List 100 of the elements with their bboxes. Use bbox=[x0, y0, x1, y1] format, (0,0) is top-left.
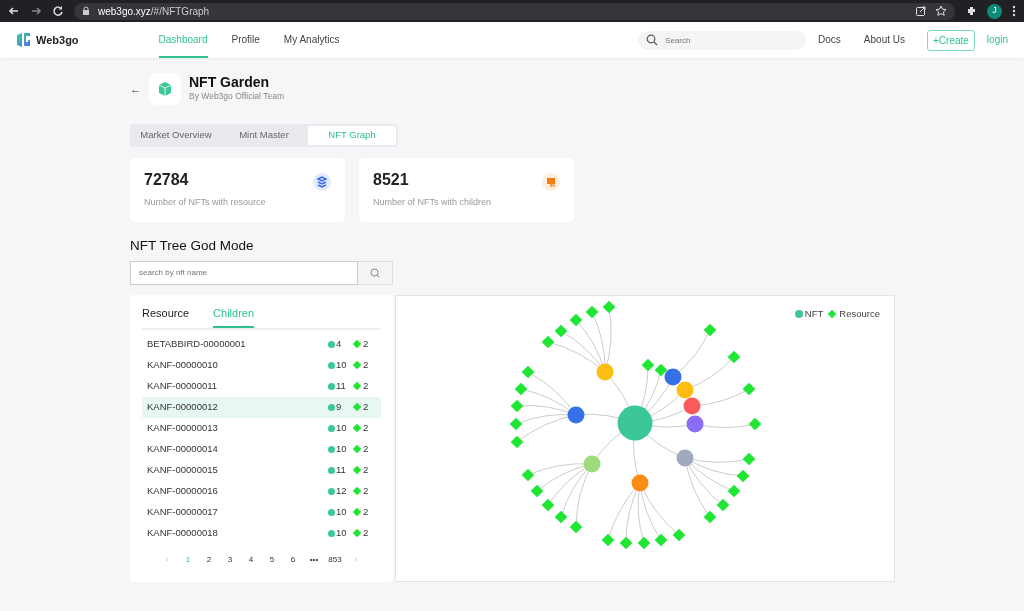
back-button[interactable]: ← bbox=[130, 80, 141, 98]
search-icon bbox=[370, 268, 380, 279]
screen-icon bbox=[542, 173, 560, 191]
resource-node[interactable] bbox=[510, 435, 524, 449]
page-button[interactable]: 853 bbox=[328, 553, 342, 566]
back-arrow-icon[interactable] bbox=[8, 5, 20, 17]
tab[interactable]: Mint Master bbox=[220, 126, 308, 145]
resource-node[interactable] bbox=[727, 350, 741, 364]
resource-node[interactable] bbox=[530, 484, 544, 498]
nft-list-item[interactable]: KANF-00000014 10 2 bbox=[142, 438, 381, 460]
nav-link[interactable]: My Analytics bbox=[283, 22, 340, 58]
section-title: NFT Tree God Mode bbox=[130, 237, 255, 255]
forward-arrow-icon[interactable] bbox=[30, 5, 42, 17]
page-button[interactable]: 5 bbox=[265, 553, 279, 566]
children-count: 10 bbox=[336, 358, 347, 373]
nft-list-item[interactable]: KANF-00000012 9 2 bbox=[142, 396, 381, 418]
more-menu-icon[interactable] bbox=[1012, 5, 1016, 17]
nft-list-item[interactable]: KANF-00000015 11 2 bbox=[142, 459, 381, 481]
resource-node[interactable] bbox=[716, 498, 730, 512]
resource-node[interactable] bbox=[637, 536, 651, 550]
resource-node[interactable] bbox=[654, 363, 668, 377]
nft-list-item[interactable]: KANF-00000016 12 2 bbox=[142, 480, 381, 502]
resource-node[interactable] bbox=[585, 305, 599, 319]
puzzle-icon[interactable] bbox=[965, 5, 977, 17]
resource-count: 2 bbox=[363, 442, 369, 457]
page-button[interactable]: 2 bbox=[202, 553, 216, 566]
resource-node[interactable] bbox=[521, 365, 535, 379]
share-icon[interactable] bbox=[915, 5, 927, 17]
resource-node[interactable] bbox=[742, 382, 756, 396]
resource-node[interactable] bbox=[742, 452, 756, 466]
nft-list-item[interactable]: KANF-00000010 10 2 bbox=[142, 354, 381, 376]
resource-node[interactable] bbox=[601, 533, 615, 547]
resource-node[interactable] bbox=[736, 469, 750, 483]
star-icon[interactable] bbox=[935, 5, 947, 17]
resource-node[interactable] bbox=[554, 324, 568, 338]
resource-node[interactable] bbox=[521, 468, 535, 482]
children-count: 10 bbox=[336, 421, 347, 436]
nft-node[interactable] bbox=[631, 474, 649, 492]
resource-node[interactable] bbox=[641, 358, 655, 372]
page-button[interactable]: 4 bbox=[244, 553, 258, 566]
nft-node[interactable] bbox=[664, 368, 682, 386]
reload-icon[interactable] bbox=[52, 5, 64, 17]
page-button[interactable]: 3 bbox=[223, 553, 237, 566]
resource-node[interactable] bbox=[541, 335, 555, 349]
resource-node[interactable] bbox=[509, 417, 523, 431]
nav-link[interactable]: Docs bbox=[818, 22, 841, 58]
resource-node[interactable] bbox=[654, 533, 668, 547]
resource-node[interactable] bbox=[748, 417, 762, 431]
resource-node[interactable] bbox=[510, 399, 524, 413]
nft-search-field[interactable]: search by nft name bbox=[130, 261, 358, 286]
resource-node[interactable] bbox=[514, 382, 528, 396]
resource-node[interactable] bbox=[569, 520, 583, 534]
resource-node[interactable] bbox=[672, 528, 686, 542]
resource-node[interactable] bbox=[569, 313, 583, 327]
list-tab[interactable]: Resource bbox=[142, 303, 190, 328]
nft-list-item[interactable]: BETABBIRD-00000001 4 2 bbox=[142, 333, 381, 355]
page-button[interactable]: ••• bbox=[307, 553, 321, 566]
resource-node[interactable] bbox=[727, 484, 741, 498]
resource-node[interactable] bbox=[554, 510, 568, 524]
resource-count: 2 bbox=[363, 337, 369, 352]
resource-node[interactable] bbox=[602, 300, 616, 314]
collection-title: NFT Garden bbox=[189, 74, 271, 91]
nft-dot-icon bbox=[328, 508, 335, 516]
children-count: 11 bbox=[336, 379, 346, 394]
search-button[interactable] bbox=[358, 261, 393, 286]
resource-count: 2 bbox=[363, 505, 369, 520]
nav-link[interactable]: Profile bbox=[231, 22, 260, 58]
nft-dot-icon bbox=[328, 487, 335, 495]
nav-link[interactable]: About Us bbox=[863, 22, 905, 58]
nft-name: KANF-00000017 bbox=[147, 505, 219, 520]
resource-count: 2 bbox=[363, 463, 369, 478]
children-count: 12 bbox=[336, 484, 347, 499]
nft-dot-icon bbox=[328, 529, 335, 537]
nft-dot-icon bbox=[328, 424, 335, 432]
tab[interactable]: Market Overview bbox=[132, 126, 220, 145]
nft-node[interactable] bbox=[617, 405, 653, 441]
cube-icon bbox=[157, 81, 173, 97]
page-button[interactable]: 6 bbox=[286, 553, 300, 566]
profile-avatar[interactable]: J bbox=[987, 3, 1002, 19]
nft-node[interactable] bbox=[676, 449, 694, 467]
brand-name[interactable]: Web3go bbox=[36, 31, 79, 49]
resource-node[interactable] bbox=[619, 536, 633, 550]
nft-node[interactable] bbox=[583, 455, 601, 473]
children-count: 11 bbox=[336, 463, 346, 478]
search-field[interactable]: Search bbox=[638, 30, 807, 50]
resource-node[interactable] bbox=[703, 510, 717, 524]
nft-list-item[interactable]: KANF-00000017 10 2 bbox=[142, 501, 381, 523]
stat-value: 8521 bbox=[373, 172, 409, 188]
nft-list-item[interactable]: KANF-00000011 11 2 bbox=[142, 375, 381, 397]
nft-node[interactable] bbox=[596, 363, 614, 381]
nft-node[interactable] bbox=[686, 415, 704, 433]
address-bar[interactable]: web3go.xyz/#/NFTGraph bbox=[74, 2, 955, 20]
nft-list-item[interactable]: KANF-00000013 10 2 bbox=[142, 417, 381, 439]
nft-list-item[interactable]: KANF-00000018 10 2 bbox=[142, 522, 381, 544]
resource-node[interactable] bbox=[541, 498, 555, 512]
nft-node[interactable] bbox=[676, 381, 694, 399]
nft-node[interactable] bbox=[683, 397, 701, 415]
logo-icon[interactable] bbox=[16, 32, 32, 48]
nft-node[interactable] bbox=[567, 406, 585, 424]
resource-node[interactable] bbox=[703, 323, 717, 337]
